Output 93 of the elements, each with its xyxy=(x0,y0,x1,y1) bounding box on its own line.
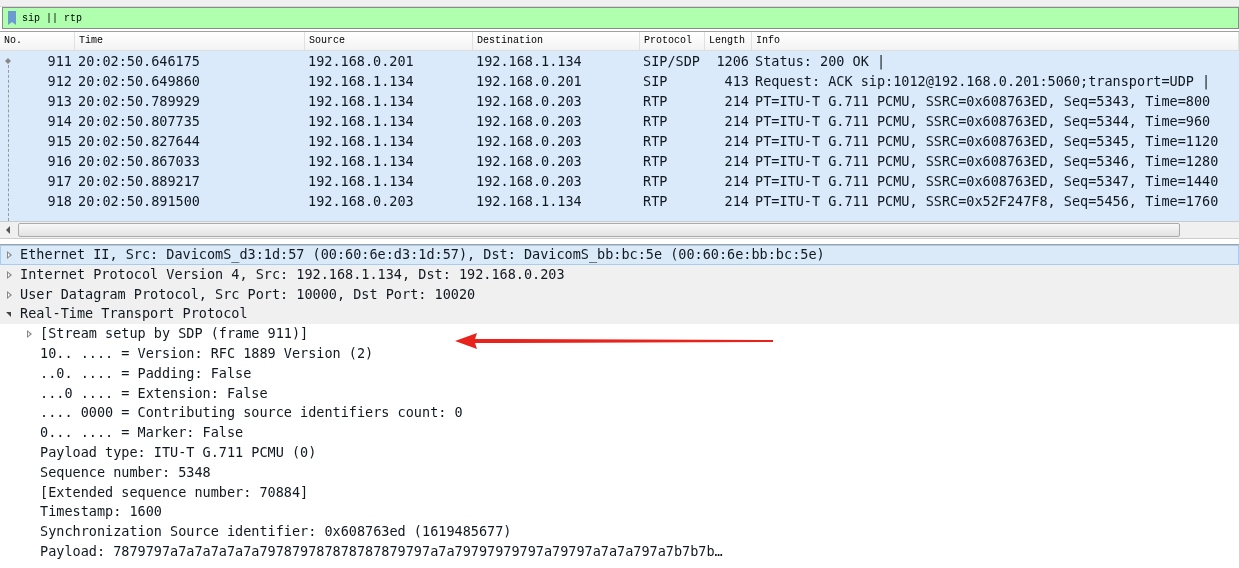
table-cell-text: 913 xyxy=(46,92,73,111)
table-cell-text: 192.168.0.203 xyxy=(475,92,583,111)
table-cell-text: 911 xyxy=(46,52,73,71)
table-cell-text: 912 xyxy=(46,72,73,91)
table-cell-text: 20:02:50.789929 xyxy=(77,92,201,111)
table-cell-text: RTP xyxy=(642,112,669,131)
table-cell-text: 20:02:50.891500 xyxy=(77,192,201,211)
tree-item[interactable]: ...0 .... = Extension: False xyxy=(0,383,1239,404)
table-cell-text: 214 xyxy=(723,132,750,151)
table-cell-text: 214 xyxy=(723,192,750,211)
filter-field[interactable]: sip || rtp xyxy=(2,7,1239,29)
bookmark-icon[interactable] xyxy=(6,10,18,26)
table-cell-text: 192.168.0.203 xyxy=(475,112,583,131)
tree-item[interactable]: .... 0000 = Contributing source identifiers count: 0 xyxy=(0,403,1239,424)
table-cell-text: RTP xyxy=(642,172,669,191)
column-header[interactable]: Protocol xyxy=(640,32,705,50)
scrollbar-thumb[interactable] xyxy=(18,223,1180,237)
table-cell-text: 192.168.0.203 xyxy=(307,192,415,211)
packet-row[interactable]: 911 20:02:50.646175 192.168.0.201 192.168.1.134 SIP/SDP 1206 Status: 200 OK | xyxy=(0,51,1239,71)
table-cell-text: PT=ITU-T G.711 PCMU, SSRC=0x608763ED, Seq=5344, Time=960 xyxy=(754,112,1212,131)
horizontal-scrollbar[interactable] xyxy=(0,221,1239,239)
table-cell-text: 192.168.1.134 xyxy=(307,132,415,151)
tree-item[interactable]: Payload: 7879797a7a7a7a7a7a797879787878787879797a7a79797979797a79797a7a7a797a7b7b7b… xyxy=(0,541,1239,562)
table-cell-text: 192.168.0.203 xyxy=(475,132,583,151)
tree-item[interactable]: [Stream setup by SDP (frame 911)] xyxy=(0,324,1239,344)
column-header[interactable]: Time xyxy=(75,32,305,50)
tree-item[interactable]: Timestamp: 1600 xyxy=(0,502,1239,523)
table-cell-text: 192.168.1.134 xyxy=(307,152,415,171)
packet-row[interactable]: 915 20:02:50.827644 192.168.1.134 192.168.0.203 RTP 214 PT=ITU-T G.711 PCMU, SSRC=0x608763ED, Seq=5345, Time=1120 xyxy=(0,131,1239,151)
table-cell-text: PT=ITU-T G.711 PCMU, SSRC=0x608763ED, Seq=5346, Time=1280 xyxy=(754,152,1220,171)
table-cell-text: 192.168.0.201 xyxy=(307,52,415,71)
tree-item[interactable]: ..0. .... = Padding: False xyxy=(0,363,1239,384)
packet-row[interactable]: 914 20:02:50.807735 192.168.1.134 192.168.0.203 RTP 214 PT=ITU-T G.711 PCMU, SSRC=0x608763ED, Seq=5344, Time=960 xyxy=(0,111,1239,131)
table-cell-text: 192.168.1.134 xyxy=(307,112,415,131)
table-cell-text: RTP xyxy=(642,192,669,211)
table-cell-text: 192.168.1.134 xyxy=(307,92,415,111)
table-cell-text: 20:02:50.827644 xyxy=(77,132,201,151)
packet-row[interactable]: 918 20:02:50.891500 192.168.0.203 192.168.1.134 RTP 214 PT=ITU-T G.711 PCMU, SSRC=0x52F247F8, Seq=5456, Time=1760 xyxy=(0,191,1239,211)
table-cell-text: 214 xyxy=(723,92,750,111)
column-header[interactable]: Length xyxy=(705,32,752,50)
table-cell-text: 914 xyxy=(46,112,73,131)
table-cell-text: PT=ITU-T G.711 PCMU, SSRC=0x52F247F8, Seq=5456, Time=1760 xyxy=(754,192,1220,211)
table-cell-text: Request: ACK sip:1012@192.168.0.201:5060;transport=UDP | xyxy=(754,72,1212,91)
table-cell-text: 192.168.1.134 xyxy=(475,52,583,71)
table-cell-text: 918 xyxy=(46,192,73,211)
table-cell-text: 413 xyxy=(723,72,750,91)
table-cell-text: 915 xyxy=(46,132,73,151)
table-cell-text: SIP xyxy=(642,72,669,91)
tree-item[interactable]: User Datagram Protocol, Src Port: 10000, Dst Port: 10020 xyxy=(0,284,1239,305)
tree-item[interactable]: Payload type: ITU-T G.711 PCMU (0) xyxy=(0,442,1239,463)
table-cell-text: 20:02:50.646175 xyxy=(77,52,201,71)
tree-item[interactable]: Sequence number: 5348 xyxy=(0,462,1239,483)
column-header[interactable]: Info xyxy=(752,32,1239,50)
packet-row[interactable]: 916 20:02:50.867033 192.168.1.134 192.168.0.203 RTP 214 PT=ITU-T G.711 PCMU, SSRC=0x608763ED, Seq=5346, Time=1280 xyxy=(0,151,1239,171)
table-cell-text: 214 xyxy=(723,112,750,131)
tree-item[interactable]: Ethernet II, Src: DavicomS_d3:1d:57 (00:60:6e:d3:1d:57), Dst: DavicomS_bb:bc:5e (00:60:6e:bb:bc:5e) xyxy=(0,245,1239,265)
table-cell-text: 20:02:50.867033 xyxy=(77,152,201,171)
table-cell-text: 20:02:50.889217 xyxy=(77,172,201,191)
table-cell-text: SIP/SDP xyxy=(642,52,701,71)
table-cell-text: 214 xyxy=(723,172,750,191)
table-cell-text: 192.168.0.203 xyxy=(475,152,583,171)
table-cell-text: 192.168.1.134 xyxy=(475,192,583,211)
table-cell-text: Status: 200 OK | xyxy=(754,52,887,71)
table-cell-text: 192.168.0.201 xyxy=(475,72,583,91)
table-cell-text: 20:02:50.649860 xyxy=(77,72,201,91)
packet-row[interactable]: 917 20:02:50.889217 192.168.1.134 192.168.0.203 RTP 214 PT=ITU-T G.711 PCMU, SSRC=0x608763ED, Seq=5347, Time=1440 xyxy=(0,171,1239,191)
table-cell-text: 192.168.1.134 xyxy=(307,172,415,191)
column-header[interactable]: Destination xyxy=(473,32,640,50)
table-cell-text: PT=ITU-T G.711 PCMU, SSRC=0x608763ED, Seq=5347, Time=1440 xyxy=(754,172,1220,191)
table-cell-text: 214 xyxy=(723,152,750,171)
tree-item[interactable]: [Extended sequence number: 70884] xyxy=(0,482,1239,503)
table-cell-text: 20:02:50.807735 xyxy=(77,112,201,131)
table-cell-text: PT=ITU-T G.711 PCMU, SSRC=0x608763ED, Seq=5345, Time=1120 xyxy=(754,132,1220,151)
packet-row[interactable]: 912 20:02:50.649860 192.168.1.134 192.168.0.201 SIP 413 Request: ACK sip:1012@192.168.0.201:5060;transport=UDP | xyxy=(0,71,1239,91)
tree-item[interactable]: Internet Protocol Version 4, Src: 192.168.1.134, Dst: 192.168.0.203 xyxy=(0,264,1239,285)
table-cell-text: 1206 xyxy=(715,52,750,71)
table-cell-text: RTP xyxy=(642,132,669,151)
table-cell-text: 192.168.0.203 xyxy=(475,172,583,191)
column-header[interactable]: No. xyxy=(0,32,75,50)
tree-item[interactable]: 10.. .... = Version: RFC 1889 Version (2) xyxy=(0,344,1239,364)
table-cell-text: RTP xyxy=(642,92,669,111)
table-cell-text: 917 xyxy=(46,172,73,191)
related-packet-icon xyxy=(5,58,11,64)
table-cell-text: 192.168.1.134 xyxy=(307,72,415,91)
table-cell-text: PT=ITU-T G.711 PCMU, SSRC=0x608763ED, Seq=5343, Time=800 xyxy=(754,92,1212,111)
scroll-left-icon[interactable] xyxy=(6,226,10,234)
table-cell-text: RTP xyxy=(642,152,669,171)
table-cell-text: 916 xyxy=(46,152,73,171)
tree-item[interactable]: Synchronization Source identifier: 0x608763ed (1619485677) xyxy=(0,522,1239,542)
tree-item[interactable]: Real-Time Transport Protocol xyxy=(0,304,1239,325)
packet-row[interactable]: 913 20:02:50.789929 192.168.1.134 192.168.0.203 RTP 214 PT=ITU-T G.711 PCMU, SSRC=0x608763ED, Seq=5343, Time=800 xyxy=(0,91,1239,111)
column-header[interactable]: Source xyxy=(305,32,473,50)
tree-item[interactable]: 0... .... = Marker: False xyxy=(0,423,1239,443)
